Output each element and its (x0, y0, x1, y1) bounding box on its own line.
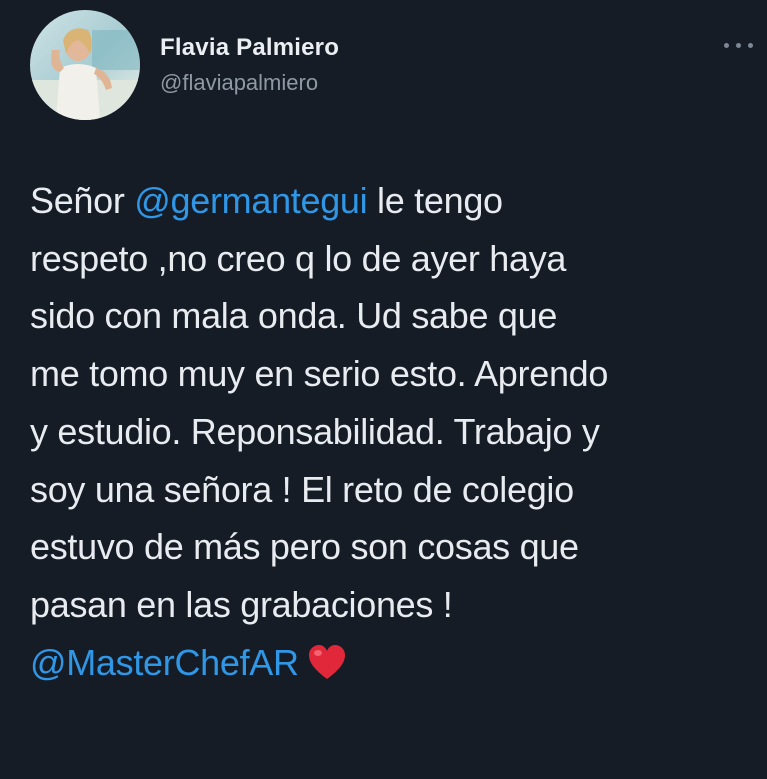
tweet-text-line: pasan en las grabaciones ! (30, 576, 760, 634)
tweet-text-segment: sido con mala onda. Ud sabe que (30, 295, 558, 337)
tweet-text-line: @MasterChefAR (30, 634, 760, 692)
tweet-text-line: y estudio. Reponsabilidad. Trabajo y (30, 403, 760, 461)
mention-link[interactable]: @germantegui (134, 180, 367, 221)
tweet-text-segment: pasan en las grabaciones ! (30, 583, 453, 625)
tweet-text-line: me tomo muy en serio esto. Aprendo (30, 345, 760, 403)
tweet-text-line: respeto ,no creo q lo de ayer haya (30, 230, 760, 288)
tweet-text-segment: me tomo muy en serio esto. Aprendo (30, 353, 609, 395)
tweet-text-line: sido con mala onda. Ud sabe que (30, 287, 760, 345)
author-display-name[interactable]: Flavia Palmiero (160, 34, 339, 62)
more-dot (736, 43, 741, 48)
author-avatar[interactable] (30, 10, 140, 120)
tweet-text-segment: soy una señora ! El reto de colegio (30, 468, 574, 510)
tweet-text: Señor @germantegui le tengo respeto ,no c… (30, 172, 760, 691)
mention-link[interactable]: @MasterChefAR (30, 642, 299, 683)
tweet-text-segment: respeto ,no creo q lo de ayer haya (30, 237, 567, 279)
tweet-text-segment: y estudio. Reponsabilidad. Trabajo y (30, 410, 600, 452)
tweet-text-segment: le tengo (367, 180, 503, 221)
tweet-text-line: Señor @germantegui le tengo (30, 172, 760, 230)
more-options-icon[interactable] (722, 36, 756, 52)
tweet-text-segment: Señor (30, 180, 135, 221)
red-heart-icon (308, 644, 345, 679)
tweet-card: Flavia Palmiero @flaviapalmiero Señor @g… (0, 0, 767, 779)
tweet-text-line: soy una señora ! El reto de colegio (30, 461, 760, 519)
author-handle[interactable]: @flaviapalmiero (160, 70, 339, 96)
tweet-text-segment: estuvo de más pero son cosas que (30, 526, 579, 568)
avatar-photo (30, 10, 140, 120)
more-dot (748, 43, 753, 48)
tweet-text-line: estuvo de más pero son cosas que (30, 518, 760, 576)
author-info: Flavia Palmiero @flaviapalmiero (160, 34, 339, 96)
more-dot (724, 43, 729, 48)
